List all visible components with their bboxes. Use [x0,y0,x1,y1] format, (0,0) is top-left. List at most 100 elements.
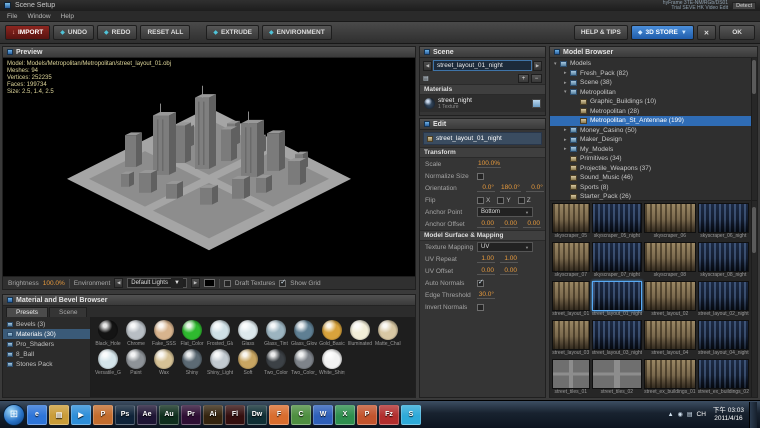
orientation-value[interactable]: 0.0° [477,184,495,192]
taskbar-excel-icon[interactable]: X [335,405,355,425]
material-category[interactable]: Bevels (3) [3,319,90,329]
uv-repeat-value[interactable]: 1.00 [500,255,518,263]
material-preset[interactable]: Matte_Chalke [375,320,401,347]
undo-button[interactable]: ◆ UNDO [53,25,94,40]
brightness-value[interactable]: 100.0% [43,280,65,287]
material-preset[interactable]: Fake_SSS [151,320,177,347]
taskbar-chrome-icon[interactable]: C [291,405,311,425]
thumbnail-scrollbar[interactable] [751,201,757,397]
lights-next-button[interactable]: ▶ [191,278,200,288]
prev-object-button[interactable]: ◀ [423,61,432,71]
taskbar-media-player-icon[interactable]: ▶ [71,405,91,425]
model-thumbnail[interactable]: street_layout_03 [552,320,590,357]
model-thumbnail[interactable]: street_layout_01 [552,281,590,318]
model-thumbnail[interactable]: street_tiles_02 [592,359,643,396]
add-material-button[interactable]: + [518,74,529,83]
material-preset[interactable]: Wax [151,349,177,376]
material-preset[interactable]: Shiny [179,349,205,376]
orientation-value[interactable]: 180.0° [500,184,521,192]
tray-network-icon[interactable]: ▤ [687,411,693,418]
taskbar-clock[interactable]: 下午 03:03 2011/4/16 [710,407,747,423]
scale-value[interactable]: 100.0% [477,160,501,168]
uv-offset-value[interactable]: 0.00 [477,267,495,275]
tree-row[interactable]: Starter_Pack (26) [550,192,757,201]
model-thumbnail[interactable]: street_layout_04 [644,320,695,357]
flip-axis-checkbox[interactable] [518,197,525,204]
edited-object-item[interactable]: street_layout_01_night [423,132,542,145]
material-category[interactable]: Stones Pack [3,359,90,369]
taskbar-after-effects-icon[interactable]: Ae [137,405,157,425]
tree-row[interactable]: Primitives (34) [550,154,757,164]
orientation-value[interactable]: 0.0° [526,184,544,192]
tree-scrollbar[interactable] [751,58,757,200]
material-category[interactable]: Pro_Shaders [3,339,90,349]
model-thumbnail[interactable]: street_tiles_01 [552,359,590,396]
flip-axis-checkbox[interactable] [477,197,484,204]
edge-threshold-value[interactable]: 30.0° [477,291,495,299]
model-thumbnail[interactable]: skyscraper_05_night [592,203,643,240]
show-desktop-button[interactable] [749,402,757,428]
model-thumbnail[interactable]: street_ex_buildings_01 [644,359,695,396]
tree-row[interactable]: ▸ Scene (38) [550,78,757,88]
material-preset[interactable]: Glass [235,320,261,347]
taskbar-audition-icon[interactable]: Au [159,405,179,425]
reset-all-button[interactable]: RESET ALL [140,25,190,40]
material-preset[interactable]: Black_Hole [95,320,121,347]
uv-offset-value[interactable]: 0.00 [500,267,518,275]
model-thumbnail[interactable]: skyscraper_08 [644,242,695,279]
model-thumbnail[interactable]: street_layout_04_night [698,320,749,357]
flip-axis-checkbox[interactable] [497,197,504,204]
tree-row[interactable]: ▸ Money_Casino (50) [550,126,757,136]
tree-row[interactable]: ▸ My_Models [550,145,757,155]
remove-material-button[interactable]: − [531,74,542,83]
anchor-offset-value[interactable]: 0.00 [477,220,495,228]
detect-button[interactable]: Detect [732,2,756,10]
menu-item[interactable]: File [7,13,17,20]
material-preset[interactable]: Two_Color_Bw [291,349,317,376]
model-thumbnail[interactable]: skyscraper_08_night [698,242,749,279]
model-thumbnail[interactable]: skyscraper_05 [552,203,590,240]
anchor-offset-value[interactable]: 0.00 [523,220,541,228]
tree-row[interactable]: Projectile_Weapons (37) [550,164,757,174]
anchor-offset-value[interactable]: 0.00 [500,220,518,228]
material-preset[interactable]: Glass_Tint [263,320,289,347]
material-preset[interactable]: White_Shiny [319,349,345,376]
start-button[interactable]: ⊞ [3,404,25,426]
tree-row[interactable]: Metropolitan_St_Antennae (199) [550,116,757,126]
texture-chip[interactable] [532,99,541,108]
tree-row[interactable]: ▸ Maker_Design [550,135,757,145]
lights-dropdown[interactable]: Default Lights ▼ [127,278,187,288]
normalize-size-checkbox[interactable] [477,173,484,180]
import-button[interactable]: ↓ IMPORT [5,25,50,40]
taskbar-paint-icon[interactable]: P [93,405,113,425]
tree-row[interactable]: Graphic_Buildings (10) [550,97,757,107]
taskbar-powerpoint-icon[interactable]: P [357,405,377,425]
model-thumbnail[interactable]: skyscraper_07 [552,242,590,279]
3d-store-button[interactable]: ◆ 3D STORE ▼ [631,25,694,40]
material-preset[interactable]: Gold_Basic [319,320,345,347]
ok-button[interactable]: OK [719,25,755,40]
uv-repeat-value[interactable]: 1.00 [477,255,495,263]
anchor-point-dropdown[interactable]: Bottom ▼ [477,207,533,217]
taskbar-word-icon[interactable]: W [313,405,333,425]
auto-normals-checkbox[interactable]: ✓ [477,280,484,287]
material-preset[interactable]: Soft [235,349,261,376]
tree-row[interactable]: Sound_Music (46) [550,173,757,183]
taskbar-flash-icon[interactable]: Fl [225,405,245,425]
tree-row[interactable]: ▸ Fresh_Pack (82) [550,69,757,79]
material-preset[interactable]: Shiny_Light [207,349,233,376]
taskbar-premiere-icon[interactable]: Pr [181,405,201,425]
model-thumbnail[interactable]: street_layout_03_night [592,320,643,357]
material-list-item[interactable]: street_night1 Texture [420,95,545,112]
tray-expand-icon[interactable]: ▲ [668,412,674,418]
tree-row[interactable]: Sports (8) [550,183,757,193]
close-button[interactable]: ✕ [697,25,716,40]
taskbar-internet-explorer-icon[interactable]: e [27,405,47,425]
tree-row[interactable]: Metropolitan (28) [550,107,757,117]
model-thumbnail[interactable]: street_layout_01_night [592,281,643,318]
material-preset[interactable]: Versatile_Glass [95,349,121,376]
taskbar-photoshop-icon[interactable]: Ps [115,405,135,425]
model-thumbnail[interactable]: skyscraper_06_night [698,203,749,240]
lights-prev-button[interactable]: ◀ [114,278,123,288]
material-preset[interactable]: Illuminated [347,320,373,347]
